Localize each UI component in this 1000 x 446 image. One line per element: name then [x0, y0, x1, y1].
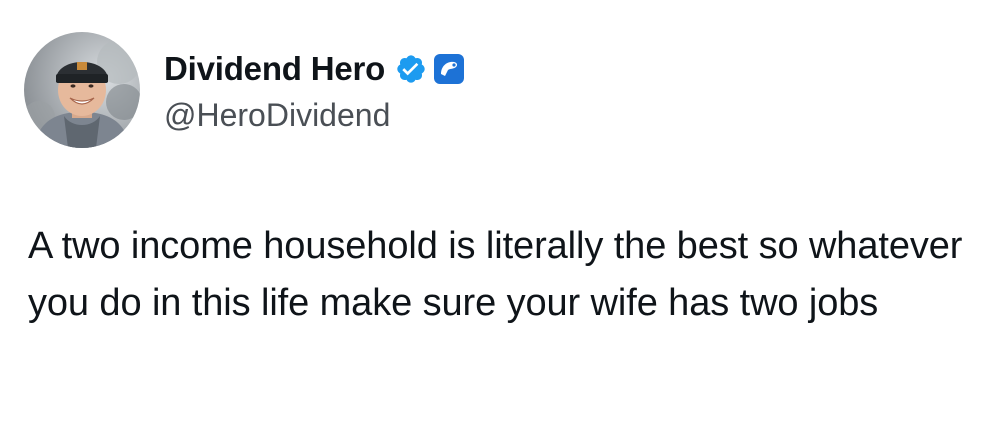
avatar-image — [24, 32, 140, 148]
tweet-header: Dividend Hero @HeroDividend — [24, 32, 465, 148]
author-display-name[interactable]: Dividend Hero — [164, 50, 385, 88]
author-handle[interactable]: @HeroDividend — [164, 97, 465, 134]
verified-badge-icon — [395, 53, 427, 85]
name-row: Dividend Hero — [164, 47, 465, 91]
affiliate-badge-icon[interactable] — [433, 53, 465, 85]
author-names: Dividend Hero @HeroDividend — [164, 47, 465, 134]
tweet-card: Dividend Hero @HeroDividend A two income… — [0, 0, 1000, 446]
tweet-text: A two income household is literally the … — [28, 225, 963, 324]
avatar[interactable] — [24, 32, 140, 148]
